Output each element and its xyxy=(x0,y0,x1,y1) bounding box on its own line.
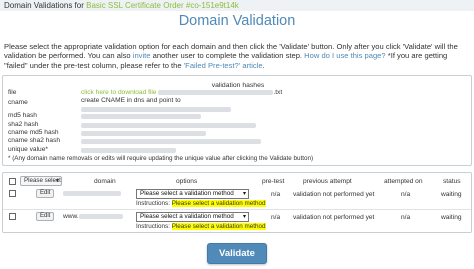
cname-md5-label: cname md5 hash xyxy=(8,129,59,136)
col-attempted-on: attempted on xyxy=(384,178,423,185)
cname-sha2-label: cname sha2 hash xyxy=(8,137,61,144)
intro-part-4: . xyxy=(262,60,265,70)
chevron-down-icon: ▾ xyxy=(55,178,59,184)
intro-part-2: another user to complete the validation … xyxy=(150,51,305,61)
page-title: Domain Validation xyxy=(178,13,296,29)
attempted-on-value: n/a xyxy=(401,191,411,198)
redacted-value xyxy=(81,123,256,128)
validation-method-select[interactable]: Please select a validation method ▾ xyxy=(136,212,249,222)
attempted-on-value: n/a xyxy=(401,214,411,221)
domain-cell xyxy=(63,190,121,197)
invite-link[interactable]: invite xyxy=(133,51,151,60)
file-label: file xyxy=(8,89,17,96)
bulk-action-select[interactable]: Please select ▾ xyxy=(20,176,62,186)
validation-method-select[interactable]: Please select a validation method ▾ xyxy=(136,189,249,199)
select-all-checkbox[interactable] xyxy=(9,178,16,185)
breadcrumb: Domain Validations for Basic SSL Certifi… xyxy=(4,1,239,10)
row-checkbox[interactable] xyxy=(9,190,16,197)
redacted-value xyxy=(81,107,231,112)
hashes-heading: validation hashes xyxy=(211,82,265,89)
instructions-label: Instructions: xyxy=(136,223,170,230)
status-value: waiting xyxy=(441,191,462,198)
redacted-value xyxy=(81,148,176,153)
col-domain: domain xyxy=(94,178,116,185)
method-value: Please select a validation method xyxy=(140,190,234,197)
previous-attempt-value: validation not performed yet xyxy=(293,191,375,198)
order-link[interactable]: Basic SSL Certificate Order #co-151e9t14… xyxy=(86,1,239,10)
validate-button[interactable]: Validate xyxy=(207,243,267,264)
breadcrumb-prefix: Domain Validations for xyxy=(4,1,87,10)
redacted-value xyxy=(81,139,261,144)
col-previous-attempt: previous attempt xyxy=(303,178,352,185)
method-value: Please select a validation method xyxy=(140,213,234,220)
how-to-link[interactable]: How do I use this page? xyxy=(304,51,385,60)
previous-attempt-value: validation not performed yet xyxy=(293,214,375,221)
sha2-label: sha2 hash xyxy=(8,121,39,128)
pretest-value: n/a xyxy=(271,214,281,221)
file-download-row: click here to download file .txt xyxy=(81,89,282,97)
col-status: status xyxy=(443,178,461,185)
redacted-domain xyxy=(63,190,121,196)
chevron-down-icon: ▾ xyxy=(242,191,246,197)
edit-button[interactable]: Edit xyxy=(36,189,55,198)
redacted-domain xyxy=(78,213,123,219)
instructions-value: Please select a validation method xyxy=(171,223,266,230)
redacted-value xyxy=(158,89,274,95)
redacted-value xyxy=(81,131,206,136)
md5-label: md5 hash xyxy=(8,112,37,119)
status-value: waiting xyxy=(441,214,462,221)
failed-pretest-link[interactable]: 'Failed Pre-test?' article xyxy=(184,61,263,70)
col-options: options xyxy=(176,178,198,185)
cname-value: create CNAME in dns and point to xyxy=(81,97,181,104)
row-divider xyxy=(3,209,471,210)
instructions-row: Instructions: Please select a validation… xyxy=(136,223,266,231)
domain-prefix: www. xyxy=(63,213,79,220)
instructions-value: Please select a validation method xyxy=(171,200,266,207)
domains-table: Please select ▾ domain options pre-test p… xyxy=(2,172,472,233)
col-pretest: pre-test xyxy=(262,178,285,185)
row-checkbox[interactable] xyxy=(9,213,16,220)
edit-button[interactable]: Edit xyxy=(36,212,55,221)
chevron-down-icon: ▾ xyxy=(242,214,246,220)
redacted-value xyxy=(81,114,201,119)
pretest-value: n/a xyxy=(271,191,281,198)
cname-label: cname xyxy=(8,99,28,106)
domain-cell: www. xyxy=(63,213,123,220)
unique-value-label: unique value* xyxy=(8,146,48,153)
validation-hashes-panel: validation hashes file click here to dow… xyxy=(2,75,472,166)
file-download-link[interactable]: click here to download file xyxy=(81,89,157,96)
instructions-label: Instructions: xyxy=(136,200,170,207)
hashes-footnote: * (Any domain name removals or edits wil… xyxy=(8,155,314,162)
instructions-row: Instructions: Please select a validation… xyxy=(136,200,266,208)
intro-text: Please select the appropriate validation… xyxy=(4,42,472,70)
file-extension: .txt xyxy=(273,89,283,96)
